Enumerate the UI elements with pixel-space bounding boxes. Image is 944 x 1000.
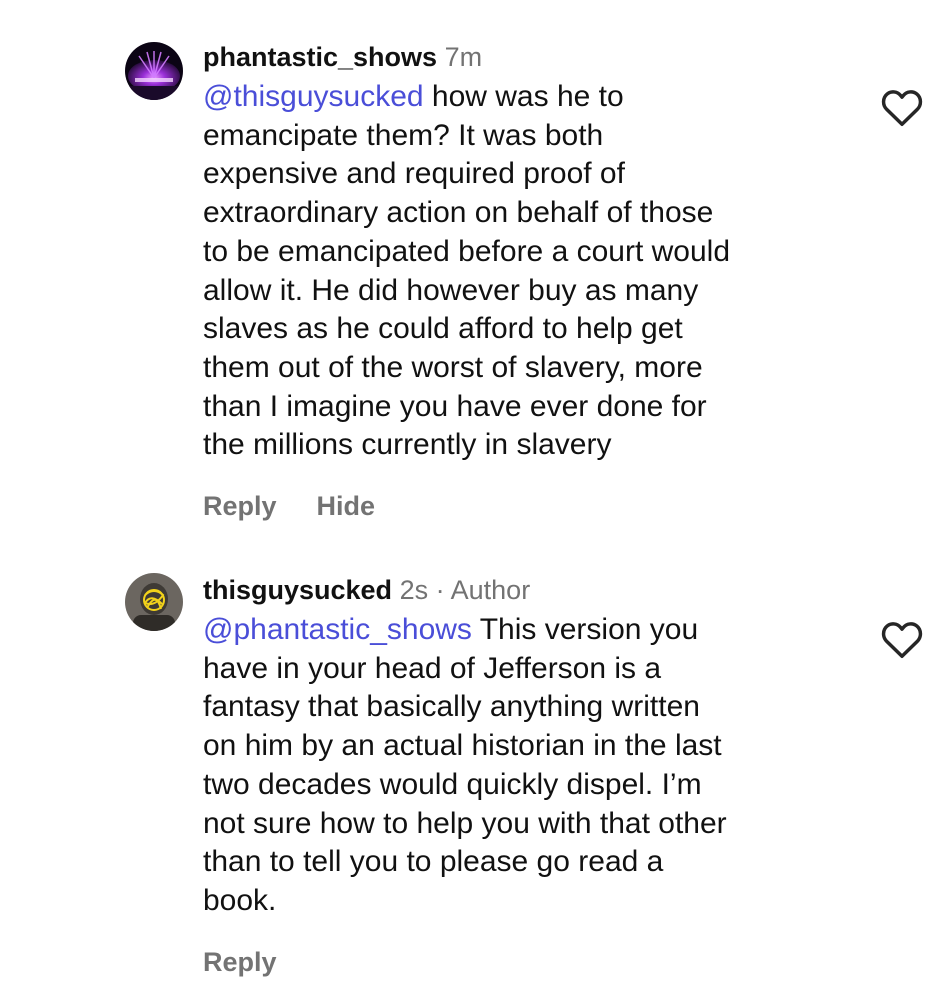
comment-header: thisguysucked 2s · Author [203, 573, 843, 607]
comment-line: have in your head of Jefferson is a [203, 651, 662, 685]
avatar[interactable] [125, 42, 183, 100]
separator-dot: · [435, 575, 445, 605]
comment-line: slaves as he could afford to help get [203, 312, 683, 346]
comment-line: how was he to [423, 80, 624, 113]
comment-header: phantastic_shows 7m [203, 40, 843, 74]
comment-text: @thisguysucked how was he to emancipate … [203, 78, 839, 465]
comment-line: than I imagine you have ever done for [203, 389, 707, 423]
avatar-image [125, 573, 183, 631]
comment-line: to be emancipated before a court would [203, 234, 731, 268]
comment-line: book. [203, 883, 277, 917]
timestamp: 2s [399, 575, 429, 605]
comment-text: @phantastic_shows This version you have … [203, 611, 839, 921]
hide-button[interactable]: Hide [317, 491, 376, 521]
reply-button[interactable]: Reply [203, 947, 277, 977]
comment-line: on him by an actual historian in the las… [203, 729, 722, 763]
heart-outline-icon[interactable] [880, 619, 924, 659]
mention-link[interactable]: @phantastic_shows [203, 613, 472, 646]
author-badge: Author [450, 575, 531, 605]
comment-line: them out of the worst of slavery, more [203, 350, 703, 384]
timestamp: 7m [444, 42, 483, 72]
username[interactable]: phantastic_shows [203, 42, 437, 72]
comment-line: the millions currently in slavery [203, 428, 612, 462]
comment-line: fantasy that basically anything written [203, 690, 700, 724]
avatar-image [125, 42, 183, 100]
comment-line: This version you [471, 613, 699, 646]
comment-line: extraordinary action on behalf of those [203, 196, 714, 230]
comment-line: allow it. He did however buy as many [203, 273, 699, 307]
comment-line: emancipate them? It was both [203, 118, 604, 152]
avatar[interactable] [125, 573, 183, 631]
comment-line: expensive and required proof of [203, 157, 625, 191]
mention-link[interactable]: @thisguysucked [203, 80, 424, 113]
heart-outline-icon[interactable] [880, 87, 924, 127]
comment-line: two decades would quickly dispel. I’m [203, 767, 702, 801]
comment-line: than to tell you to please go read a [203, 845, 664, 879]
username[interactable]: thisguysucked [203, 575, 392, 605]
reply-button[interactable]: Reply [203, 491, 277, 521]
comment-actions: Reply [203, 947, 843, 978]
comment-line: not sure how to help you with that other [203, 806, 727, 840]
comment-actions: Reply Hide [203, 491, 843, 522]
